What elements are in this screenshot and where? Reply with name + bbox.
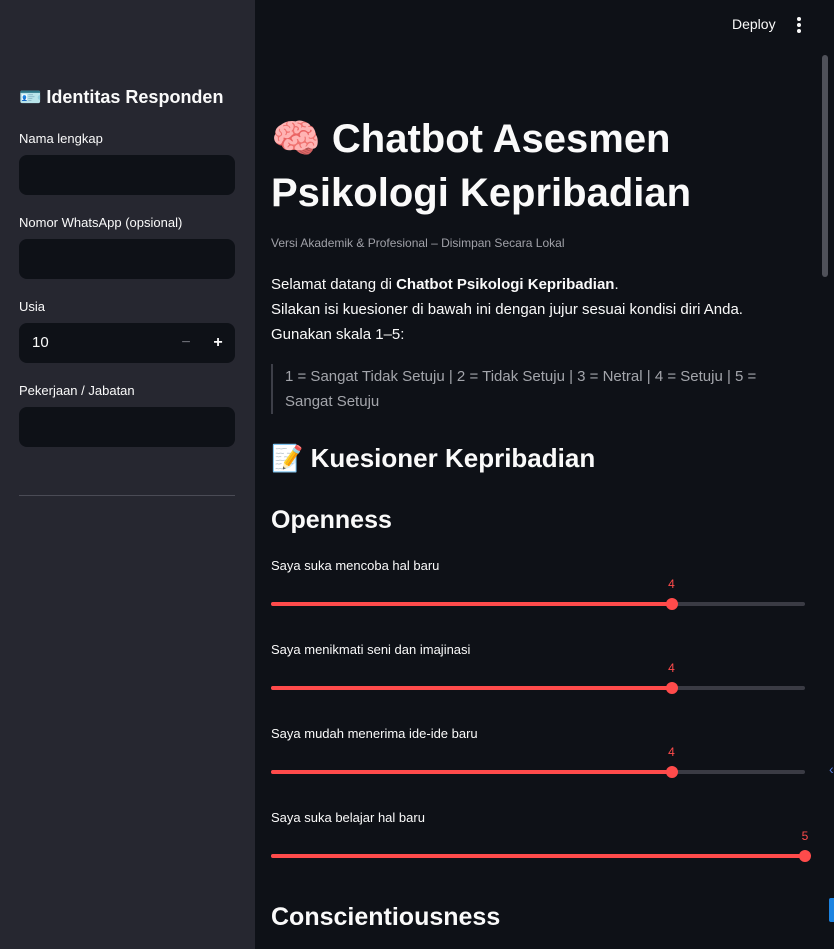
slider-label: Saya menikmati seni dan imajinasi — [271, 642, 471, 657]
slider-1[interactable]: Saya suka mencoba hal baru 4 — [271, 558, 805, 618]
slider-3[interactable]: Saya mudah menerima ide-ide baru 4 — [271, 726, 805, 786]
page-title: 🧠 Chatbot Asesmen Psikologi Kepribadian — [271, 117, 692, 215]
slider-thumb[interactable] — [665, 598, 678, 610]
age-number-input[interactable]: 10 − + — [19, 323, 235, 363]
decrement-button[interactable]: − — [174, 331, 198, 355]
slider-fill — [271, 686, 672, 690]
slider-4[interactable]: Saya suka belajar hal baru 5 — [271, 810, 811, 870]
slider-label: Saya suka mencoba hal baru — [271, 558, 440, 573]
job-input[interactable] — [19, 407, 235, 447]
conscientiousness-heading: Conscientiousness — [271, 903, 501, 931]
slider-value: 5 — [801, 829, 809, 843]
slider-label: Saya mudah menerima ide-ide baru — [271, 726, 478, 741]
scrollbar[interactable] — [822, 55, 828, 277]
job-label: Pekerjaan / Jabatan — [19, 383, 135, 398]
phone-input[interactable] — [19, 239, 235, 279]
slider-fill — [271, 770, 672, 774]
name-input[interactable] — [19, 155, 235, 195]
slider-fill — [271, 602, 672, 606]
sidebar-header: 🪪 Identitas Responden — [19, 87, 224, 107]
section-heading: 📝 Kuesioner Kepribadian — [271, 443, 596, 473]
sidebar-divider — [19, 495, 235, 496]
scale-blockquote: 1 = Sangat Tidak Setuju | 2 = Tidak Setu… — [271, 364, 791, 414]
slider-2[interactable]: Saya menikmati seni dan imajinasi 4 — [271, 642, 805, 702]
edge-widget-icon — [829, 898, 834, 922]
sidebar: 🪪 Identitas Responden Nama lengkap Nomor… — [0, 0, 255, 949]
slider-value: 4 — [668, 577, 675, 591]
deploy-button[interactable]: Deploy — [732, 16, 776, 32]
age-value[interactable]: 10 — [32, 334, 49, 351]
slider-value: 4 — [668, 661, 675, 675]
name-label: Nama lengkap — [19, 131, 103, 146]
slider-thumb[interactable] — [665, 682, 678, 694]
age-label: Usia — [19, 299, 46, 314]
slider-thumb[interactable] — [665, 766, 678, 778]
slider-fill — [271, 854, 805, 858]
intro-line-3: Gunakan skala 1–5: — [271, 326, 405, 343]
intro-bold-name: Chatbot Psikologi Kepribadian — [396, 276, 615, 293]
increment-button[interactable]: + — [206, 331, 230, 355]
openness-heading: Openness — [271, 506, 392, 534]
intro-line-1: Selamat datang di Chatbot Psikologi Kepr… — [271, 276, 619, 293]
phone-label: Nomor WhatsApp (opsional) — [19, 215, 183, 230]
intro-text: Selamat datang di Chatbot Psikologi Kepr… — [271, 272, 791, 347]
slider-label: Saya suka belajar hal baru — [271, 810, 425, 825]
kebab-menu-icon[interactable] — [793, 16, 805, 34]
slider-thumb[interactable] — [799, 850, 811, 862]
page-caption: Versi Akademik & Profesional – Disimpan … — [271, 236, 565, 250]
intro-line-2: Silakan isi kuesioner di bawah ini denga… — [271, 301, 743, 318]
edge-arrow-icon: ‹ — [829, 761, 834, 777]
slider-value: 4 — [668, 745, 675, 759]
